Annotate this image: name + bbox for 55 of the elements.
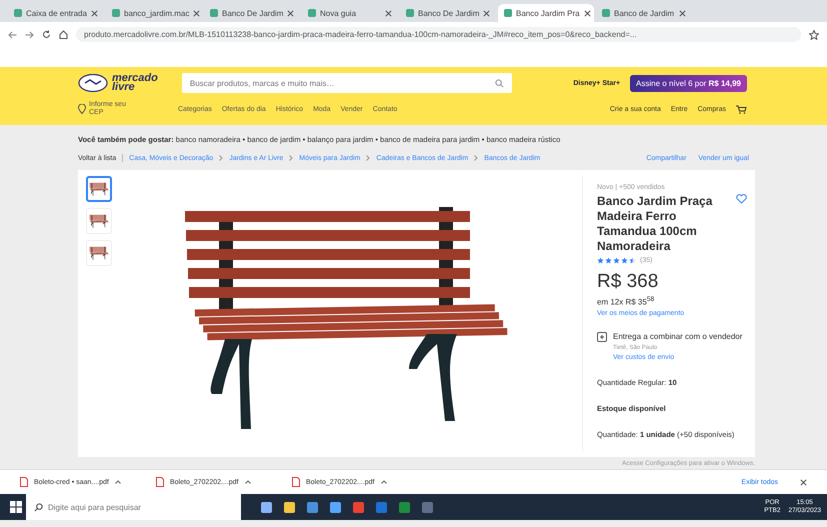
taskbar-app-icon[interactable] — [330, 502, 341, 512]
pdf-file-icon — [292, 477, 300, 487]
home-icon[interactable] — [59, 30, 68, 39]
taskbar-search-field[interactable]: Digite aqui para pesquisar — [26, 494, 241, 520]
cart-icon[interactable] — [736, 104, 747, 114]
price: R$ 368 — [597, 271, 660, 293]
taskbar-app-icon[interactable] — [284, 502, 295, 512]
star-outline-icon[interactable] — [809, 30, 819, 40]
close-icon[interactable] — [91, 10, 98, 16]
bench-thumbnail-drawing — [89, 214, 109, 228]
product-title: Banco Jardim Praça Madeira Ferro Tamandua 100cm Namoradeira — [597, 194, 714, 254]
delivery-text: Entrega a combinar com o vendedor — [613, 332, 742, 342]
thumbnail[interactable] — [86, 176, 112, 202]
browser-tab[interactable]: Banco De Jardim — [204, 4, 300, 22]
subscription-banner[interactable]: Assine o nível 6 por R$ 14,99 — [630, 74, 747, 92]
search-icon[interactable] — [34, 502, 43, 512]
close-icon[interactable] — [679, 10, 686, 16]
close-icon[interactable] — [483, 10, 490, 16]
taskbar-app-icon[interactable] — [307, 502, 318, 512]
browser-tab[interactable]: banco_jardim.mac — [106, 4, 202, 22]
close-icon[interactable] — [287, 10, 294, 16]
browser-tab[interactable]: Caixa de entrada — [8, 4, 104, 22]
location-pin-icon[interactable] — [78, 104, 86, 114]
back-icon[interactable] — [8, 31, 17, 39]
caret-up-icon[interactable] — [114, 480, 121, 484]
address-bar[interactable]: produto.mercadolivre.com.br/MLB-1510113238-banco-jardim-praca-madeira-ferro-tamandua-100cm-namoradeira-_JM#reco_item_pos=0&reco_backend=... — [76, 27, 801, 42]
taskbar-app-icon[interactable] — [261, 502, 272, 512]
pdf-file-icon — [156, 477, 164, 487]
chevron-right-icon — [219, 155, 224, 161]
heart-icon[interactable] — [736, 194, 747, 204]
browser-tab[interactable]: Nova guia — [302, 4, 398, 22]
close-icon[interactable] — [385, 10, 392, 16]
chevron-right-icon — [366, 155, 370, 161]
close-icon[interactable] — [193, 10, 200, 16]
caret-up-icon[interactable] — [380, 480, 387, 484]
logo-text: mercado livre — [112, 74, 158, 92]
close-icon[interactable] — [800, 478, 807, 486]
chevron-right-icon — [474, 155, 478, 161]
chevron-right-icon — [289, 155, 294, 161]
installments-text: em 12x R$ 35$^{58}$ — [597, 296, 656, 307]
browser-tab[interactable]: Banco de Jardim — [596, 4, 692, 22]
browser-tab[interactable]: Banco De Jardim — [400, 4, 496, 22]
search-field[interactable]: Buscar produtos, marcas e muito mais… — [182, 73, 512, 93]
bench-thumbnail-drawing — [89, 182, 109, 196]
taskbar-app-icon[interactable] — [353, 502, 364, 512]
forward-icon[interactable] — [25, 31, 34, 39]
bench-thumbnail-drawing — [89, 246, 109, 260]
reload-icon[interactable] — [42, 30, 51, 39]
plus-box-icon — [597, 332, 607, 342]
handshake-logo-icon[interactable] — [78, 74, 108, 92]
pdf-file-icon — [20, 477, 28, 487]
close-icon[interactable] — [584, 10, 591, 16]
caret-up-icon[interactable] — [244, 480, 251, 484]
windows-start-icon[interactable] — [10, 501, 22, 513]
browser-tab[interactable]: Banco Jardim Pra — [498, 4, 594, 22]
